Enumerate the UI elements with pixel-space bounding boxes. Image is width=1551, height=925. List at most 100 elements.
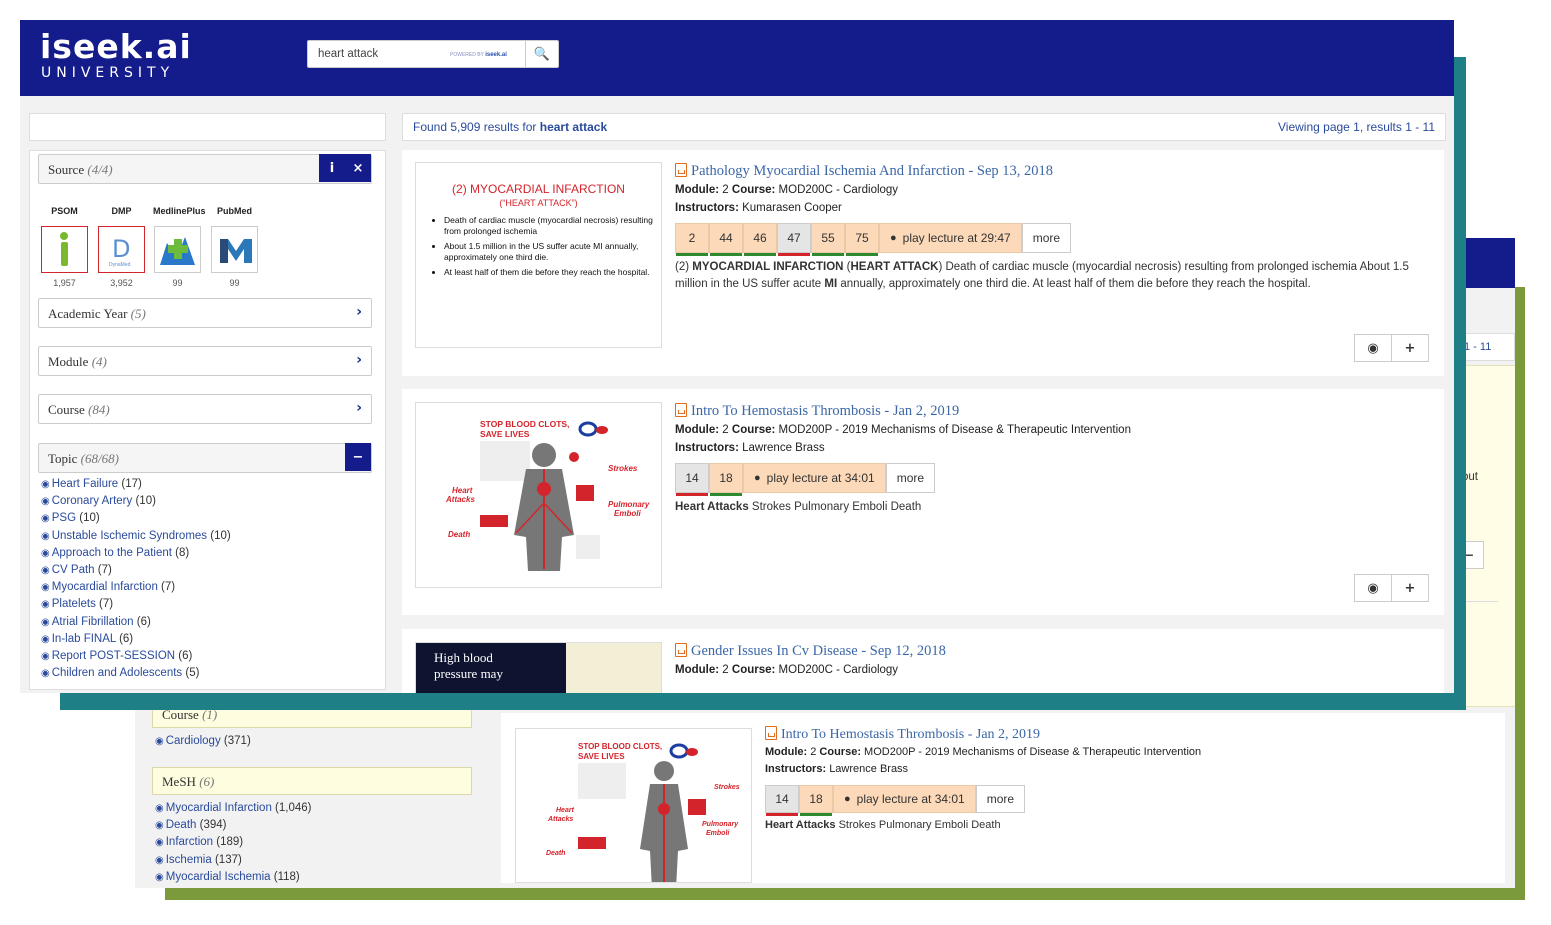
radio-target-icon: ◉ <box>155 820 164 832</box>
source-pubmed-toggle[interactable] <box>211 226 258 273</box>
chip-underline <box>676 493 708 496</box>
facet-module[interactable]: Module (4) › <box>38 346 372 376</box>
search-box: heart attack POWERED BY iseek.ai 🔍 <box>307 40 559 68</box>
result-title-link[interactable]: Gender Issues In Cv Disease - Sep 12, 20… <box>675 643 946 660</box>
dmp-logo-icon: DDynaMed <box>109 235 131 268</box>
play-lecture-button[interactable]: ● play lecture at 34:01 <box>743 463 886 493</box>
topic-item[interactable]: ◉ PSG (10) <box>41 510 231 527</box>
timestamp-chip[interactable]: 44 <box>709 223 743 256</box>
timestamp-chip[interactable]: 47 <box>777 223 811 256</box>
back-result-card: STOP BLOOD CLOTS, SAVE LIVES Strokes Hea… <box>501 713 1505 883</box>
list-item[interactable]: ◉ Myocardial Infarction (1,046) <box>155 800 311 817</box>
list-item[interactable]: ◉ Myocardial Ischemia (118) <box>155 869 311 886</box>
topic-item[interactable]: ◉ Children and Adolescents (5) <box>41 665 231 682</box>
back-result-thumbnail[interactable]: STOP BLOOD CLOTS, SAVE LIVES Strokes Hea… <box>515 728 752 883</box>
chevron-right-icon: › <box>356 304 362 320</box>
more-button[interactable]: more <box>975 785 1026 813</box>
search-button[interactable]: 🔍 <box>525 41 558 67</box>
add-button[interactable]: + <box>1391 574 1429 602</box>
facet-count: (4/4) <box>87 162 113 177</box>
play-circle-icon: ● <box>844 793 851 805</box>
source-psom-toggle[interactable] <box>41 226 88 273</box>
topic-item[interactable]: ◉ In-lab FINAL (6) <box>41 631 231 648</box>
medlineplus-logo-icon <box>160 237 195 265</box>
topic-item[interactable]: ◉ Myocardial Infarction (7) <box>41 579 231 596</box>
facet-course[interactable]: Course (84) › <box>38 394 372 424</box>
radio-target-icon: ◉ <box>155 837 164 849</box>
timestamp-chip[interactable]: 46 <box>743 223 777 256</box>
timestamp-chip[interactable]: 18 <box>799 785 833 816</box>
topic-item[interactable]: ◉ Report POST-SESSION (6) <box>41 648 231 665</box>
result-title-link[interactable]: Intro To Hemostasis Thrombosis - Jan 2, … <box>675 403 959 420</box>
svg-text:Attacks: Attacks <box>445 495 475 504</box>
iseek-logo[interactable]: iseek.ai UNIVERSITY <box>40 30 192 82</box>
back-result-chips: 14 18 ● play lecture at 34:01 more <box>765 785 1026 816</box>
radio-target-icon: ◉ <box>41 547 50 559</box>
list-item[interactable]: ◉ Death (394) <box>155 817 311 834</box>
target-button[interactable]: ◉ <box>1354 574 1392 602</box>
result-actions: ◉ + <box>1354 574 1429 602</box>
radio-target-icon: ◉ <box>41 496 50 508</box>
chip-underline <box>812 253 844 256</box>
list-item[interactable]: ◉ Cardiology (371) <box>155 733 251 750</box>
back-result-title[interactable]: Intro To Hemostasis Thrombosis - Jan 2, … <box>765 726 1040 743</box>
chip-underline <box>710 493 742 496</box>
target-button[interactable]: ◉ <box>1354 334 1392 362</box>
result-thumbnail[interactable]: High blood pressure may <box>415 642 662 693</box>
search-icon: 🔍 <box>533 46 551 61</box>
radio-target-icon: ◉ <box>41 668 50 680</box>
result-instructors: Instructors: Kumarasen Cooper <box>675 202 842 214</box>
svg-text:Heart: Heart <box>452 486 473 495</box>
timestamp-chip[interactable]: 2 <box>675 223 709 256</box>
back-mesh-facet[interactable]: MeSH (6) <box>152 767 472 795</box>
svg-text:SAVE LIVES: SAVE LIVES <box>578 752 625 761</box>
more-button[interactable]: more <box>885 463 936 493</box>
source-facet-header[interactable]: Source (4/4) i × <box>38 154 372 184</box>
topic-item[interactable]: ◉ Platelets (7) <box>41 596 231 613</box>
topic-list: ◉ Heart Failure (17) ◉ Coronary Artery (10… <box>41 476 231 684</box>
timestamp-chip[interactable]: 14 <box>675 463 709 496</box>
result-snippet: (2) MYOCARDIAL INFARCTION (HEART ATTACK)… <box>675 261 1409 290</box>
timestamp-chip[interactable]: 55 <box>811 223 845 256</box>
list-item[interactable]: ◉ Infarction (189) <box>155 834 311 851</box>
facet-academic-year[interactable]: Academic Year (5) › <box>38 298 372 328</box>
pubmed-logo-icon <box>220 239 252 263</box>
back-result-snippet: Heart Attacks Strokes Pulmonary Emboli D… <box>765 819 1001 831</box>
timestamp-chip[interactable]: 14 <box>765 785 799 816</box>
radio-target-icon: ◉ <box>155 736 164 747</box>
facet-count: (4) <box>91 354 107 369</box>
back-result-meta: Module: 2 Course: MOD200P - 2019 Mechani… <box>765 746 1202 758</box>
close-button[interactable]: × <box>345 154 371 182</box>
source-name: PSOM <box>51 206 78 216</box>
result-thumbnail[interactable]: (2) MYOCARDIAL INFARCTION (“HEART ATTACK… <box>415 162 662 348</box>
result-title-link[interactable]: Pathology Myocardial Ischemia And Infarc… <box>675 163 1053 180</box>
facet-topic[interactable]: Topic (68/68) − <box>38 443 372 473</box>
slide-panel <box>566 643 661 693</box>
timestamp-chip[interactable]: 18 <box>709 463 743 496</box>
collapse-button[interactable]: − <box>345 443 371 471</box>
play-lecture-button[interactable]: ● play lecture at 29:47 <box>879 223 1022 253</box>
source-dmp-toggle[interactable]: D DynaMed <box>98 226 145 273</box>
more-button[interactable]: more <box>1021 223 1072 253</box>
play-circle-icon: ● <box>754 472 761 484</box>
source-medlineplus-toggle[interactable] <box>154 226 201 273</box>
document-icon <box>765 726 777 740</box>
search-input[interactable]: heart attack <box>318 48 378 60</box>
topic-item[interactable]: ◉ Heart Failure (17) <box>41 476 231 493</box>
topic-item[interactable]: ◉ CV Path (7) <box>41 562 231 579</box>
play-lecture-button[interactable]: ● play lecture at 34:01 <box>833 785 976 813</box>
svg-text:Pulmonary: Pulmonary <box>608 500 650 509</box>
timestamp-chip[interactable]: 75 <box>845 223 879 256</box>
result-thumbnail[interactable]: STOP BLOOD CLOTS, SAVE LIVES Strokes Hea… <box>415 402 662 588</box>
chip-underline <box>800 813 832 816</box>
topic-item[interactable]: ◉ Coronary Artery (10) <box>41 493 231 510</box>
topic-item[interactable]: ◉ Approach to the Patient (8) <box>41 545 231 562</box>
list-item[interactable]: ◉ Ischemia (137) <box>155 852 311 869</box>
add-button[interactable]: + <box>1391 334 1429 362</box>
topic-item[interactable]: ◉ Atrial Fibrillation (6) <box>41 614 231 631</box>
topic-item[interactable]: ◉ Unstable Ischemic Syndromes (10) <box>41 528 231 545</box>
results-query: heart attack <box>539 120 608 134</box>
result-card: (2) MYOCARDIAL INFARCTION (“HEART ATTACK… <box>402 150 1444 376</box>
svg-text:STOP BLOOD CLOTS,: STOP BLOOD CLOTS, <box>578 742 662 751</box>
info-button[interactable]: i <box>319 154 345 182</box>
